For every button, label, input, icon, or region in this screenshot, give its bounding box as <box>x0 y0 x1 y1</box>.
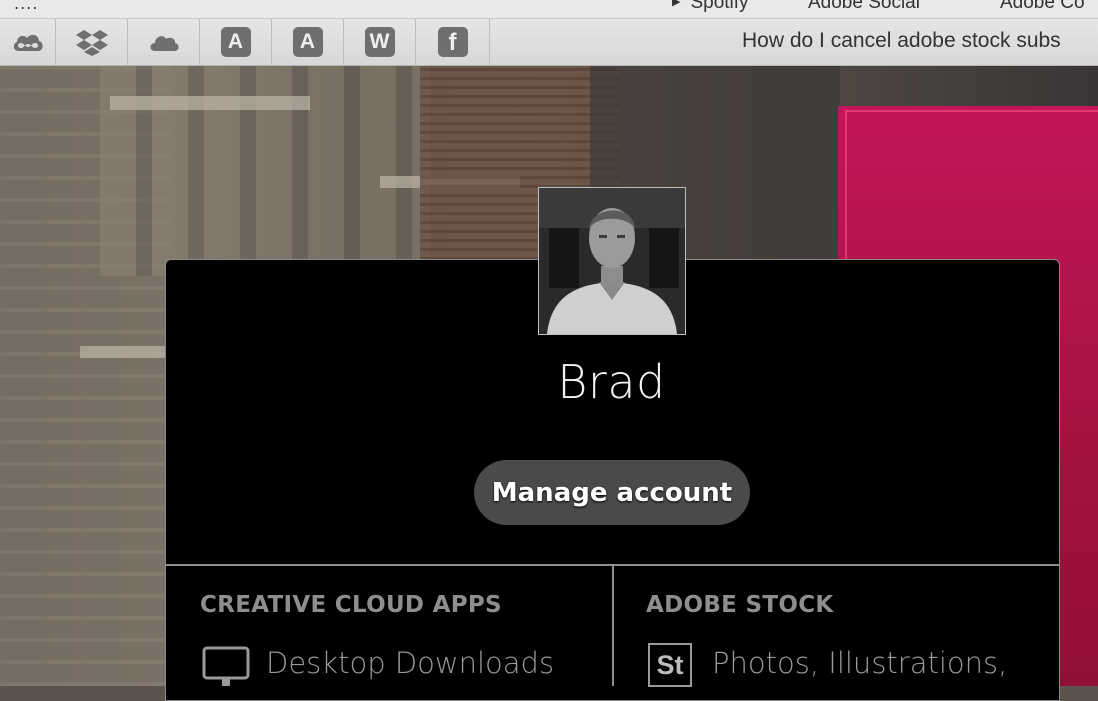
adobe-stock-icon: St <box>648 643 692 687</box>
facebook-icon: f <box>437 27 468 57</box>
bookmark-adobe-social[interactable]: Adobe Social <box>808 0 920 14</box>
photos-illustrations-link[interactable]: Photos, Illustrations, <box>712 646 1007 680</box>
letter-a-icon: A <box>220 27 251 57</box>
section-heading-creative-cloud-apps: CREATIVE CLOUD APPS <box>200 592 502 618</box>
letter-a-extension-button[interactable]: A <box>200 19 272 65</box>
monitor-icon <box>202 646 250 686</box>
creative-cloud-icon <box>13 34 43 51</box>
cloud-icon <box>150 36 179 51</box>
bookmark-label: Adobe Co <box>1000 0 1085 13</box>
user-name: Brad <box>557 355 666 409</box>
dropbox-extension-button[interactable] <box>56 19 128 65</box>
dropbox-icon <box>75 30 108 56</box>
letter-w-icon: W <box>364 27 395 57</box>
bookmark-label: Adobe Social <box>808 0 920 13</box>
section-heading-adobe-stock: ADOBE STOCK <box>646 592 834 618</box>
letter-a-extension-button-2[interactable]: A <box>272 19 344 65</box>
bookmark-adobe-co[interactable]: Adobe Co <box>1000 0 1085 14</box>
balcony <box>80 346 170 358</box>
avatar[interactable] <box>538 187 686 335</box>
bookmark-label: Spotify <box>690 0 749 13</box>
column-divider <box>612 565 614 686</box>
apps-menu[interactable]: .... <box>14 0 38 13</box>
manage-account-button[interactable]: Manage account <box>474 460 750 525</box>
creative-cloud-extension-button[interactable] <box>0 19 56 65</box>
cloud-extension-button[interactable] <box>128 19 200 65</box>
triangle-icon: ▶ <box>672 0 681 8</box>
bookmark-spotify[interactable]: ▶ Spotify <box>672 0 749 14</box>
page-title: How do I cancel adobe stock subs <box>742 29 1061 52</box>
extensions-toolbar: A A W f How do I cancel adobe stock subs <box>0 19 1098 66</box>
bookmarks-bar: .... ▶ Spotify Adobe Social Adobe Co <box>0 0 1098 19</box>
balcony <box>110 96 310 110</box>
letter-a-icon: A <box>292 27 323 57</box>
desktop-downloads-link[interactable]: Desktop Downloads <box>266 646 554 680</box>
facebook-extension-button[interactable]: f <box>416 19 490 65</box>
letter-w-extension-button[interactable]: W <box>344 19 416 65</box>
user-photo <box>539 188 685 334</box>
